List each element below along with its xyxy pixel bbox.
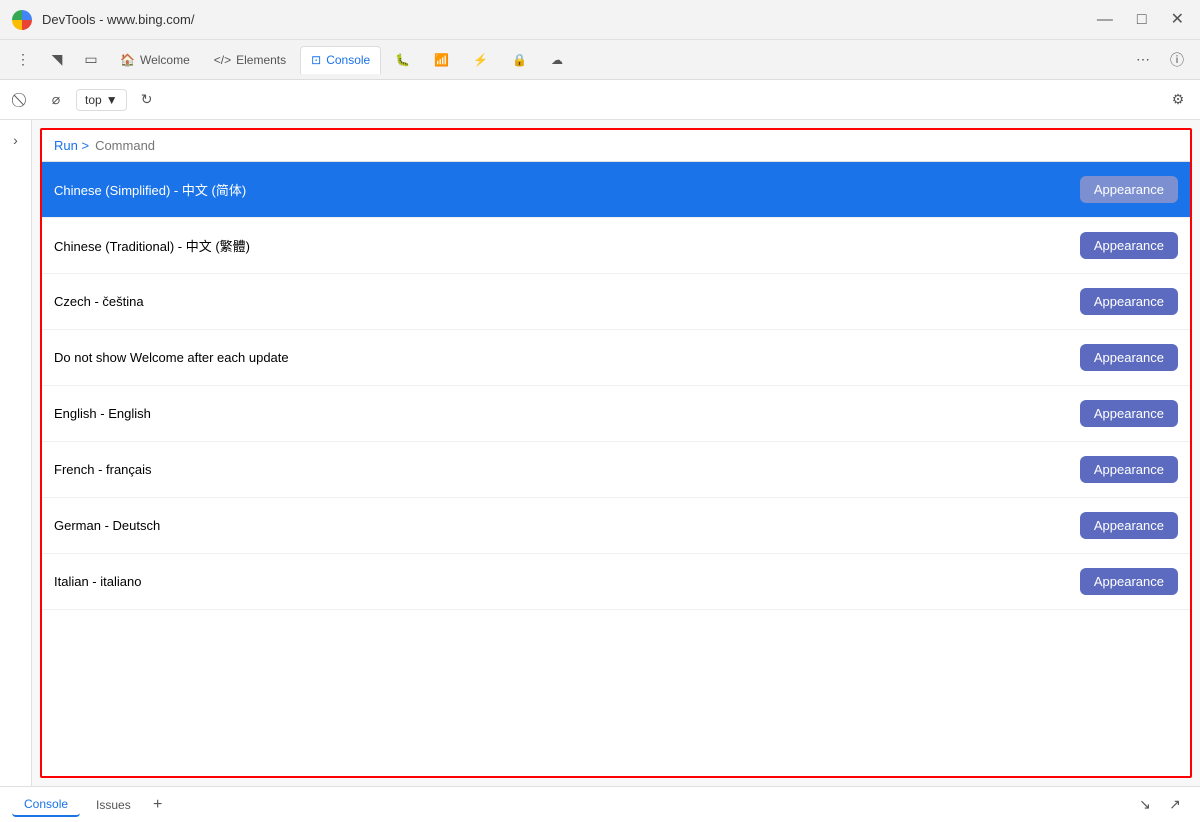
appearance-button[interactable]: Appearance bbox=[1080, 400, 1178, 427]
collapse-arrow-icon[interactable]: › bbox=[9, 128, 22, 152]
settings-button[interactable]: ⚙ bbox=[1164, 86, 1192, 114]
sidebar-toggle-button[interactable]: ⋮ bbox=[8, 46, 38, 74]
network-icon: 📶 bbox=[434, 53, 449, 67]
home-icon: 🏠 bbox=[120, 53, 135, 67]
filter-button[interactable]: ⌀ bbox=[42, 86, 70, 114]
tab-more-controls: ⋯ ⓘ bbox=[1128, 46, 1192, 74]
add-tab-button[interactable]: + bbox=[147, 794, 169, 816]
result-item-label: German - Deutsch bbox=[54, 518, 1080, 533]
result-item-label: English - English bbox=[54, 406, 1080, 421]
tab-performance[interactable]: ⚡ bbox=[463, 46, 498, 74]
result-item-label: French - français bbox=[54, 462, 1080, 477]
appearance-button[interactable]: Appearance bbox=[1080, 512, 1178, 539]
result-item-label: Chinese (Traditional) - 中文 (繁體) bbox=[54, 236, 1080, 255]
bottom-right-controls: ↘ ↗ bbox=[1132, 792, 1188, 818]
elements-icon: </> bbox=[214, 53, 231, 67]
tab-memory[interactable]: 🔒 bbox=[502, 46, 537, 74]
toolbar-right: ⚙ bbox=[1164, 86, 1192, 114]
results-list[interactable]: Chinese (Simplified) - 中文 (简体)Appearance… bbox=[42, 162, 1190, 776]
window-controls: — □ ✕ bbox=[1093, 10, 1188, 30]
tab-storage[interactable]: ☁ bbox=[541, 46, 573, 74]
command-input[interactable] bbox=[95, 138, 1178, 153]
close-button[interactable]: ✕ bbox=[1167, 10, 1188, 30]
app-logo bbox=[12, 10, 32, 30]
sources-icon: 🐛 bbox=[395, 53, 410, 67]
appearance-button[interactable]: Appearance bbox=[1080, 232, 1178, 259]
minimize-button[interactable]: — bbox=[1093, 10, 1117, 30]
left-sidebar: › bbox=[0, 120, 32, 786]
result-item[interactable]: Do not show Welcome after each updateApp… bbox=[42, 330, 1190, 386]
title-bar: DevTools - www.bing.com/ — □ ✕ bbox=[0, 0, 1200, 40]
tab-sources[interactable]: 🐛 bbox=[385, 46, 420, 74]
tab-network[interactable]: 📶 bbox=[424, 46, 459, 74]
result-item[interactable]: Czech - češtinaAppearance bbox=[42, 274, 1190, 330]
result-item[interactable]: German - DeutschAppearance bbox=[42, 498, 1190, 554]
result-item-label: Italian - italiano bbox=[54, 574, 1080, 589]
tab-console[interactable]: ⊡ Console bbox=[300, 46, 381, 74]
undock-button[interactable]: ↗ bbox=[1162, 792, 1188, 818]
result-item-label: Do not show Welcome after each update bbox=[54, 350, 1080, 365]
performance-icon: ⚡ bbox=[473, 53, 488, 67]
more-tabs-button[interactable]: ⋯ bbox=[1128, 46, 1158, 74]
run-label: Run > bbox=[54, 138, 89, 153]
result-item[interactable]: Italian - italianoAppearance bbox=[42, 554, 1190, 610]
console-icon: ⊡ bbox=[311, 53, 321, 67]
dock-bottom-button[interactable]: ↘ bbox=[1132, 792, 1158, 818]
appearance-button[interactable]: Appearance bbox=[1080, 344, 1178, 371]
result-item[interactable]: Chinese (Traditional) - 中文 (繁體)Appearanc… bbox=[42, 218, 1190, 274]
console-toolbar: ⃠ ⌀ top ▼ ↻ ⚙ bbox=[0, 80, 1200, 120]
tab-elements[interactable]: </> Elements bbox=[204, 46, 296, 74]
appearance-button[interactable]: Appearance bbox=[1080, 288, 1178, 315]
context-dropdown[interactable]: top ▼ bbox=[76, 89, 127, 111]
inspect-button[interactable]: ◥ bbox=[42, 46, 72, 74]
window-title: DevTools - www.bing.com/ bbox=[42, 12, 1083, 27]
memory-icon: 🔒 bbox=[512, 53, 527, 67]
run-bar: Run > bbox=[42, 130, 1190, 162]
result-item[interactable]: Chinese (Simplified) - 中文 (简体)Appearance bbox=[42, 162, 1190, 218]
result-item-label: Czech - čeština bbox=[54, 294, 1080, 309]
appearance-button[interactable]: Appearance bbox=[1080, 568, 1178, 595]
storage-icon: ☁ bbox=[551, 53, 563, 67]
chevron-down-icon: ▼ bbox=[106, 93, 118, 107]
result-item-label: Chinese (Simplified) - 中文 (简体) bbox=[54, 180, 1080, 199]
result-item[interactable]: French - françaisAppearance bbox=[42, 442, 1190, 498]
tab-bar: ⋮ ◥ ▭ 🏠 Welcome </> Elements ⊡ Console 🐛… bbox=[0, 40, 1200, 80]
appearance-button[interactable]: Appearance bbox=[1080, 176, 1178, 203]
bottom-bar: Console Issues + ↘ ↗ bbox=[0, 786, 1200, 822]
main-area: › Run > Chinese (Simplified) - 中文 (简体)Ap… bbox=[0, 120, 1200, 786]
result-item[interactable]: English - EnglishAppearance bbox=[42, 386, 1190, 442]
tab-welcome[interactable]: 🏠 Welcome bbox=[110, 46, 200, 74]
bottom-tab-issues[interactable]: Issues bbox=[84, 794, 143, 816]
appearance-button[interactable]: Appearance bbox=[1080, 456, 1178, 483]
refresh-button[interactable]: ↻ bbox=[133, 86, 161, 114]
clear-console-button[interactable]: ⃠ bbox=[8, 86, 36, 114]
context-label: top bbox=[85, 93, 102, 107]
bottom-tab-console[interactable]: Console bbox=[12, 793, 80, 817]
help-button[interactable]: ⓘ bbox=[1162, 46, 1192, 74]
command-panel: Run > Chinese (Simplified) - 中文 (简体)Appe… bbox=[40, 128, 1192, 778]
maximize-button[interactable]: □ bbox=[1133, 10, 1151, 30]
device-toggle-button[interactable]: ▭ bbox=[76, 46, 106, 74]
